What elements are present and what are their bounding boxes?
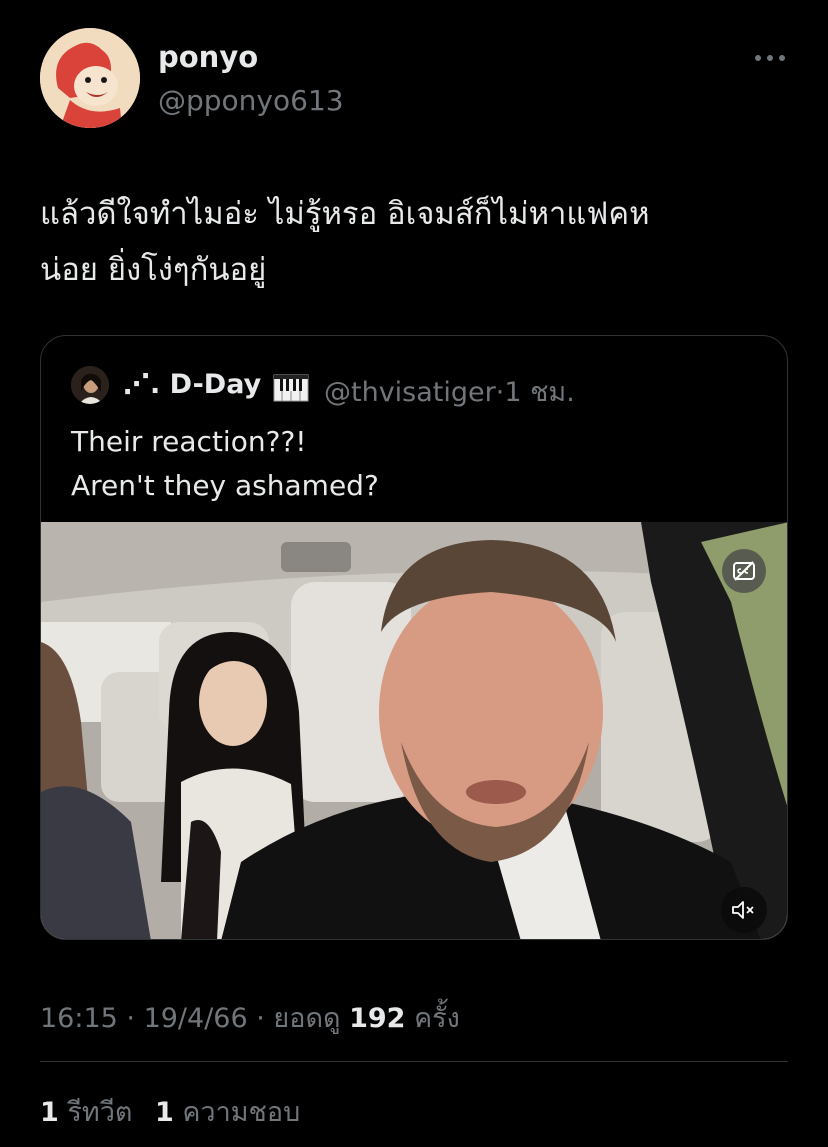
tweet-text-line: แล้วดีใจทำไมอ่ะ ไม่รู้หรอ อิเจมส์ก็ไม่หา… bbox=[40, 196, 650, 232]
meta-separator: · bbox=[117, 1003, 144, 1034]
tweet-date: 19/4/66 bbox=[143, 1003, 248, 1034]
views-unit: ครั้ง bbox=[414, 1003, 460, 1034]
quoted-text-line: Their reaction??! bbox=[71, 425, 307, 458]
volume-muted-icon bbox=[732, 901, 754, 919]
quoted-handle-and-time[interactable]: @thvisatiger·1 ชม. bbox=[324, 370, 575, 413]
mute-toggle-button[interactable] bbox=[721, 887, 767, 933]
tweet-text: แล้วดีใจทำไมอ่ะ ไม่รู้หรอ อิเจมส์ก็ไม่หา… bbox=[40, 186, 800, 298]
views-label: ยอดดู bbox=[273, 1003, 341, 1034]
tweet-meta: 16:15 · 19/4/66 · ยอดดู 192 ครั้ง bbox=[40, 996, 460, 1039]
quoted-display-name[interactable]: ⋰. D-Day bbox=[123, 369, 261, 400]
captions-toggle-button[interactable] bbox=[722, 549, 766, 593]
quoted-text-line: Aren't they ashamed? bbox=[71, 469, 379, 502]
ponyo-avatar-icon bbox=[40, 28, 140, 128]
likes-label: ความชอบ bbox=[182, 1097, 301, 1128]
piano-keys-icon bbox=[273, 374, 309, 402]
tweet-text-line: น่อย ยิ่งโง่ๆกันอยู่ bbox=[40, 252, 267, 288]
quoted-author-avatar[interactable] bbox=[71, 366, 109, 404]
ellipsis-icon[interactable] bbox=[752, 48, 788, 68]
divider bbox=[40, 1061, 788, 1062]
retweets-count: 1 bbox=[40, 1097, 59, 1128]
retweets-label: รีทวีต bbox=[67, 1097, 133, 1128]
closed-captions-off-icon bbox=[733, 561, 755, 581]
quoted-tweet-card[interactable]: ⋰. D-Day @thvisatiger·1 ชม. Their reacti… bbox=[40, 335, 788, 940]
views-count: 192 bbox=[349, 1003, 406, 1034]
quoted-timestamp[interactable]: 1 ชม. bbox=[504, 377, 574, 408]
quoted-tweet-text: Their reaction??! Aren't they ashamed? bbox=[71, 420, 379, 508]
tweet-stats: 1 รีทวีต 1 ความชอบ bbox=[40, 1090, 314, 1133]
author-avatar[interactable] bbox=[40, 28, 140, 128]
quoted-video-player[interactable] bbox=[41, 522, 787, 939]
retweets-stat[interactable]: 1 รีทวีต bbox=[40, 1097, 132, 1128]
author-handle[interactable]: @pponyo613 bbox=[158, 84, 344, 117]
quoted-avatar-icon bbox=[71, 366, 109, 404]
video-frame-image bbox=[41, 522, 787, 939]
likes-stat[interactable]: 1 ความชอบ bbox=[155, 1097, 300, 1128]
author-display-name[interactable]: ponyo bbox=[158, 40, 258, 74]
tweet-time: 16:15 bbox=[40, 1003, 118, 1034]
meta-separator: · bbox=[247, 1003, 274, 1034]
likes-count: 1 bbox=[154, 1097, 174, 1128]
quoted-handle[interactable]: @thvisatiger bbox=[324, 377, 496, 408]
